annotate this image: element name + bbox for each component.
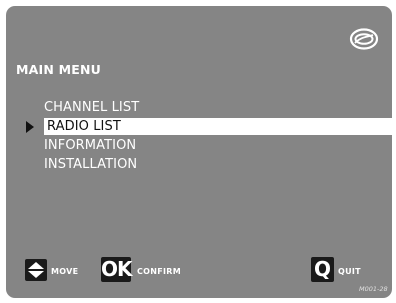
menu-item-label: INFORMATION (44, 138, 137, 153)
brand-logo-icon (349, 28, 379, 50)
menu-item-label: INSTALLATION (44, 157, 138, 172)
tv-screen: MAIN MENU CHANNEL LIST RADIO LIST INFORM… (6, 6, 392, 298)
menu-item-label: CHANNEL LIST (44, 100, 140, 115)
quit-label: QUIT (338, 267, 361, 276)
up-down-arrows-icon (25, 259, 47, 281)
triangle-right-icon (26, 121, 34, 133)
menu-item-information[interactable]: INFORMATION (6, 136, 392, 155)
confirm-label: CONFIRM (137, 267, 182, 276)
menu-item-installation[interactable]: INSTALLATION (6, 155, 392, 174)
move-label: MOVE (51, 267, 79, 276)
menu-item-radio-list[interactable]: RADIO LIST (6, 117, 392, 136)
menu-item-channel-list[interactable]: CHANNEL LIST (6, 98, 392, 117)
ok-key-icon: OK (101, 257, 133, 282)
quit-key-icon: Q (311, 257, 334, 282)
figure-code: M001-28 (359, 285, 388, 293)
menu-item-label: RADIO LIST (47, 119, 121, 134)
page-title: MAIN MENU (16, 62, 101, 77)
main-menu-list: CHANNEL LIST RADIO LIST INFORMATION INST… (6, 98, 392, 174)
